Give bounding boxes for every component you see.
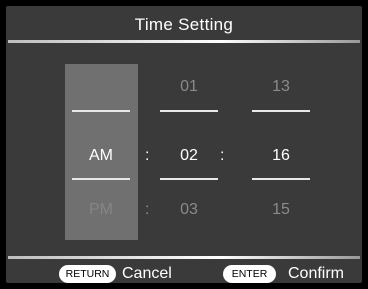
cancel-label[interactable]: Cancel <box>122 265 172 283</box>
hour-selected[interactable]: 02 <box>159 147 219 165</box>
minute-selected[interactable]: 16 <box>251 147 311 165</box>
separator-hour-minute: : <box>220 147 225 164</box>
period-lower-line <box>72 178 130 180</box>
enter-key-badge[interactable]: ENTER <box>223 265 276 283</box>
period-selected[interactable]: AM <box>71 147 131 165</box>
hour-upper-line <box>160 110 218 112</box>
minute-lower-line <box>252 178 310 180</box>
minute-below[interactable]: 15 <box>251 201 311 219</box>
dialog-title: Time Setting <box>134 15 234 34</box>
minute-above[interactable]: 13 <box>251 78 311 96</box>
top-divider <box>8 40 360 43</box>
period-upper-line <box>72 110 130 112</box>
hour-above[interactable]: 01 <box>159 78 219 96</box>
bottom-divider <box>8 256 360 259</box>
return-key-badge[interactable]: RETURN <box>59 265 116 283</box>
separator-period-hour: : <box>145 147 150 164</box>
confirm-label[interactable]: Confirm <box>288 265 344 283</box>
period-below[interactable]: PM <box>71 201 131 219</box>
time-setting-dialog: Time Setting AM PM : : : 01 02 03 13 16 … <box>6 6 362 283</box>
separator-period-hour-dim: : <box>145 201 150 218</box>
hour-lower-line <box>160 178 218 180</box>
minute-upper-line <box>252 110 310 112</box>
hour-below[interactable]: 03 <box>159 201 219 219</box>
